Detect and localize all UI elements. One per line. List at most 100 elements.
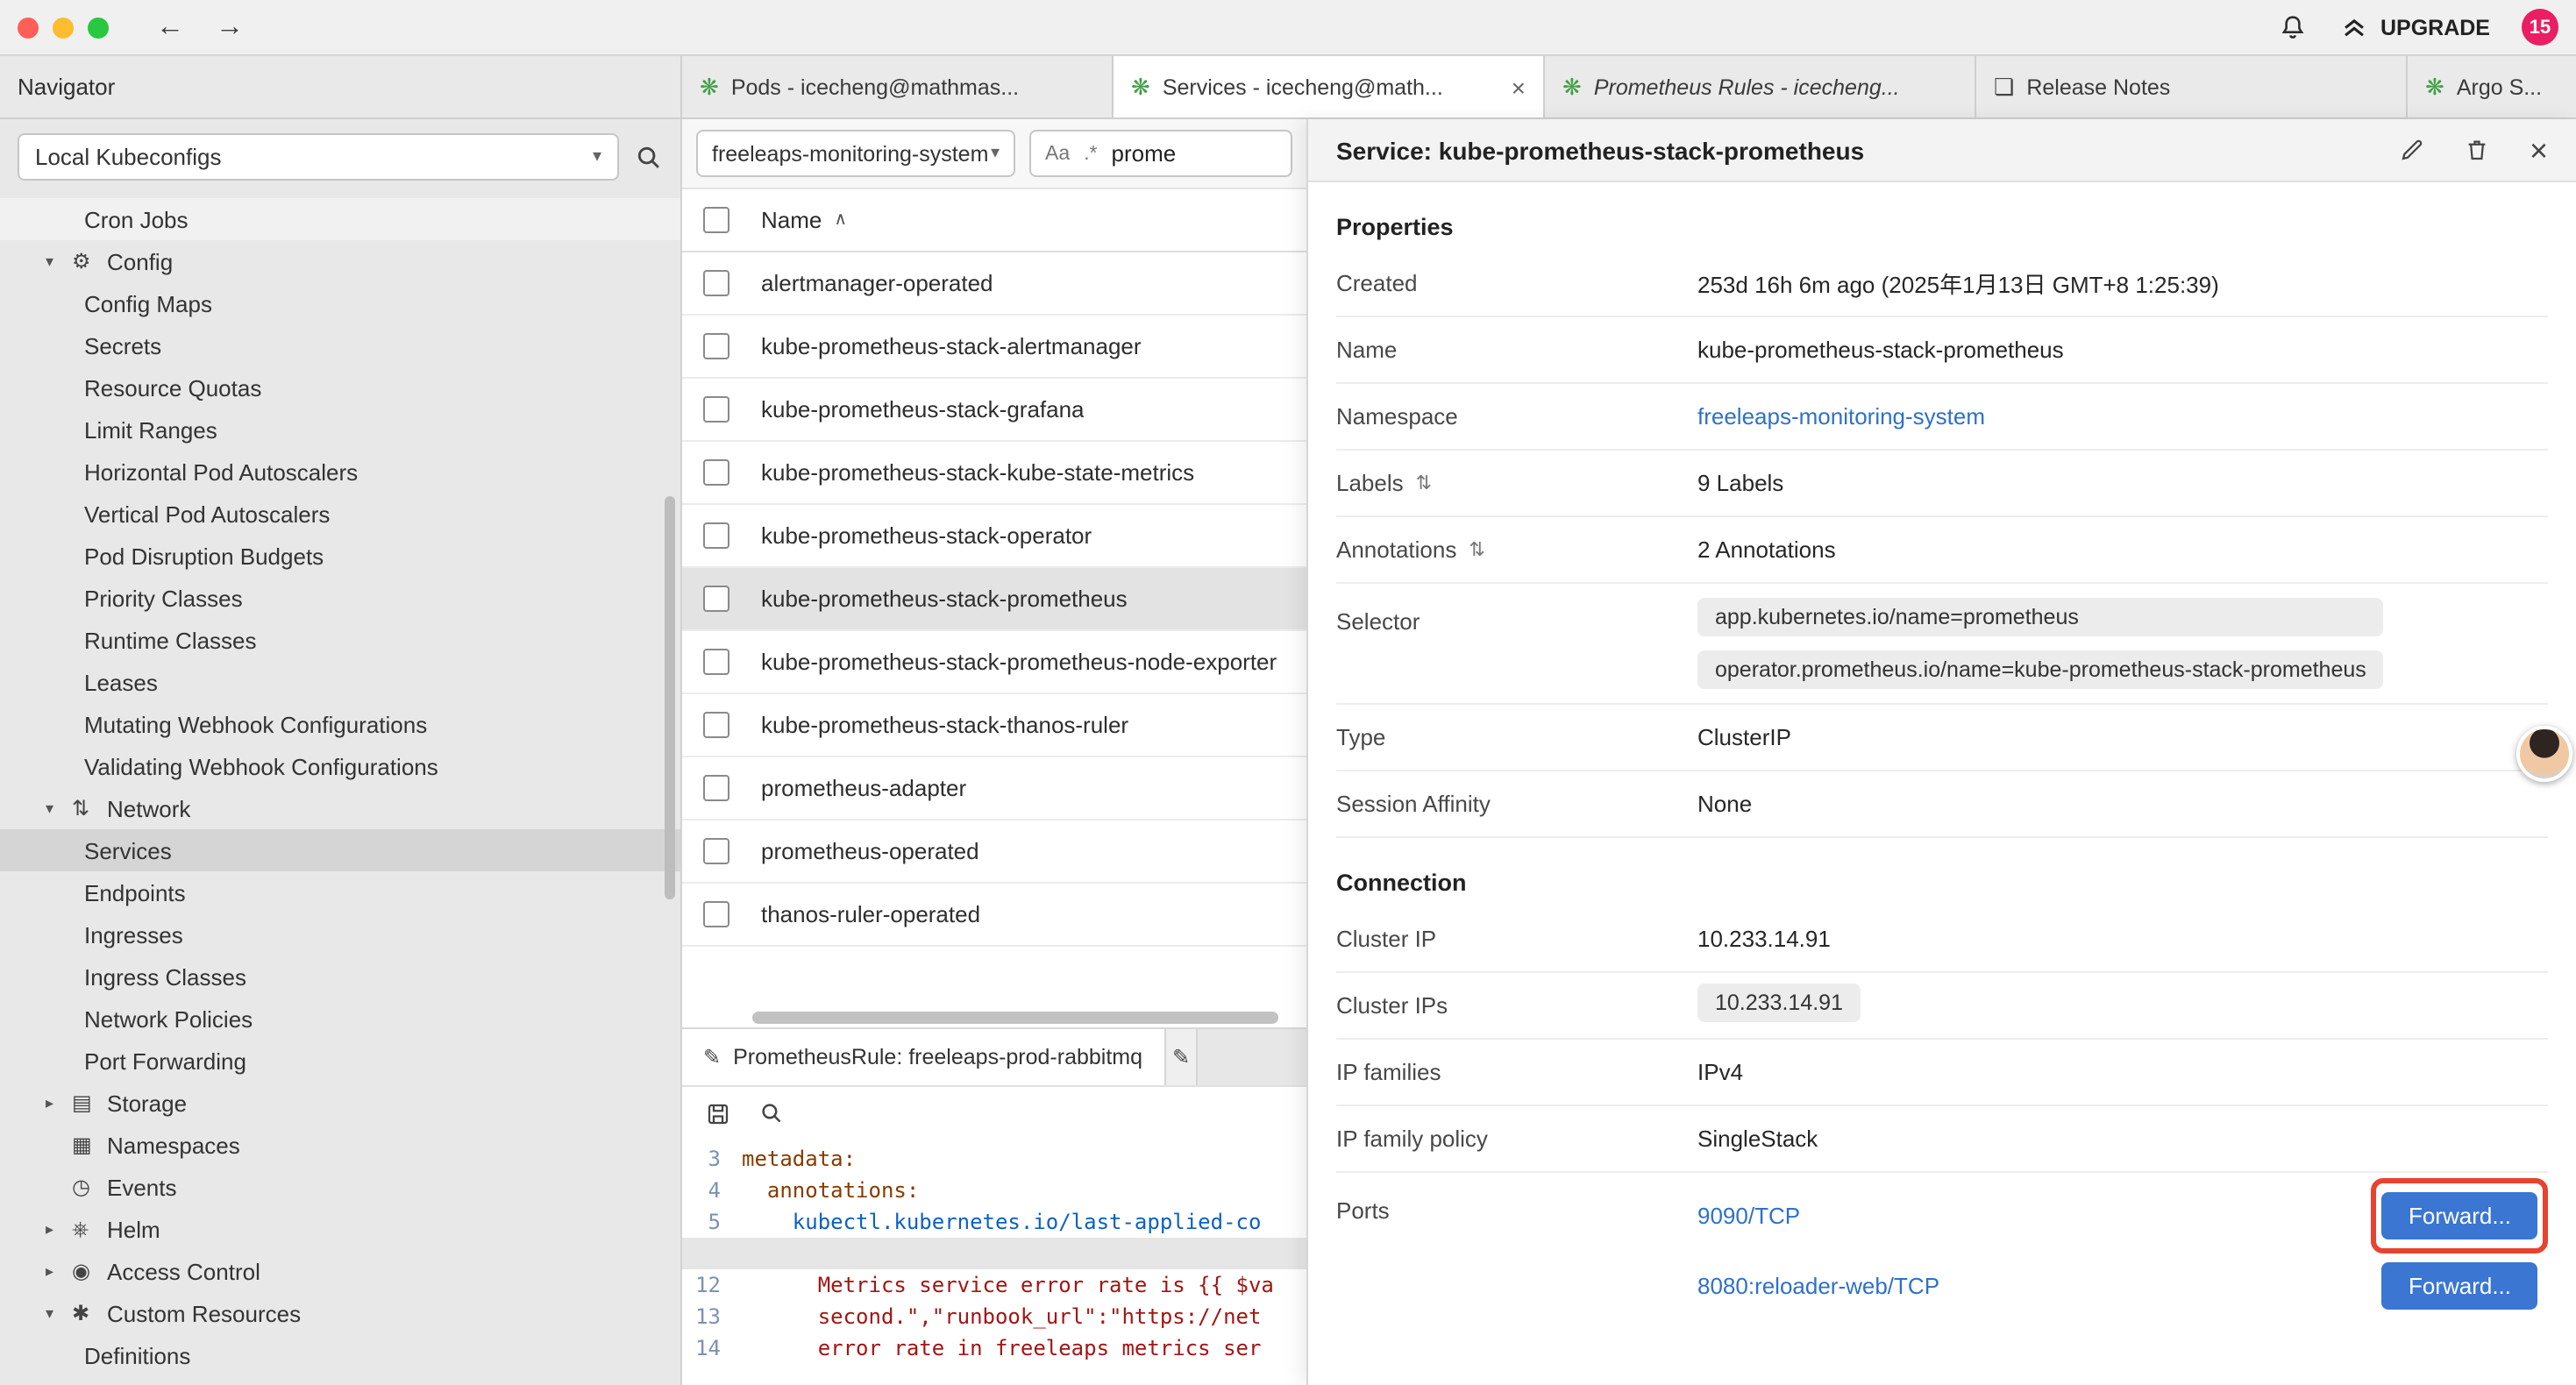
editor-search-icon[interactable] [759, 1101, 784, 1126]
expander-chevron-icon[interactable]: ▾ [46, 799, 72, 818]
forward-nav-button[interactable]: → [216, 11, 244, 43]
sidebar-item[interactable]: Network Policies [0, 998, 680, 1040]
delete-icon[interactable] [2465, 137, 2491, 163]
labels-count[interactable]: 9 Labels [1697, 470, 1783, 496]
table-row[interactable]: kube-prometheus-stack-alertmanager [682, 316, 1306, 379]
sidebar-item[interactable]: Priority Classes [0, 577, 680, 619]
expander-chevron-icon[interactable]: ▸ [46, 1261, 72, 1281]
sidebar-item[interactable]: Resource Quotas [0, 366, 680, 408]
row-checkbox[interactable] [703, 712, 729, 738]
editor-tab[interactable]: ❋ Services - icecheng@math... × [1114, 56, 1545, 117]
table-row[interactable]: kube-prometheus-stack-kube-state-metrics [682, 442, 1306, 505]
search-input[interactable]: prome [1112, 140, 1177, 167]
row-checkbox[interactable] [703, 459, 729, 486]
kubeconfig-selector[interactable]: Local Kubeconfigs ▾ [18, 133, 619, 181]
sidebar-item[interactable]: Cron Jobs [0, 198, 680, 240]
row-checkbox[interactable] [703, 775, 729, 801]
sidebar-item[interactable]: ▸ ⎈ Helm [0, 1208, 680, 1250]
expander-chevron-icon[interactable]: ▾ [46, 252, 72, 271]
sidebar-item[interactable]: Endpoints [0, 871, 680, 913]
match-case-toggle[interactable]: Aa [1045, 143, 1070, 164]
sidebar-item[interactable]: Port Forwarding [0, 1040, 680, 1082]
sidebar-item[interactable]: ▸ ◉ Access Control [0, 1250, 680, 1292]
edit-icon[interactable] [2400, 137, 2426, 163]
sidebar-item[interactable]: Pod Disruption Budgets [0, 535, 680, 577]
sidebar-item[interactable]: Ingress Classes [0, 955, 680, 998]
upgrade-button[interactable]: UPGRADE [2340, 12, 2490, 42]
back-button[interactable]: ← [156, 11, 184, 43]
table-row[interactable]: thanos-ruler-operated [682, 884, 1306, 947]
select-all-checkbox[interactable] [703, 207, 729, 233]
dock-tab-next[interactable]: ✎ [1165, 1029, 1197, 1085]
sidebar-item[interactable]: Config Maps [0, 282, 680, 324]
sidebar-item[interactable]: Definitions [0, 1334, 680, 1376]
expander-chevron-icon[interactable]: ▸ [46, 1093, 72, 1112]
row-checkbox[interactable] [703, 838, 729, 864]
table-row[interactable]: kube-prometheus-stack-prometheus-node-ex… [682, 631, 1306, 694]
forward-button[interactable]: Forward... [2382, 1261, 2537, 1309]
sidebar-item[interactable]: ▾ ⇅ Network [0, 787, 680, 829]
sidebar-item[interactable]: Secrets [0, 324, 680, 366]
expand-collapse-icon[interactable]: ⇅ [1469, 538, 1484, 561]
table-row[interactable]: alertmanager-operated [682, 252, 1306, 316]
save-icon[interactable] [705, 1100, 731, 1126]
tab-close-icon[interactable]: × [1498, 73, 1526, 101]
sidebar-item[interactable]: Vertical Pod Autoscalers [0, 493, 680, 535]
sort-ascending-icon[interactable]: ∧ [834, 210, 847, 230]
sidebar-item[interactable]: ▾ ✱ Custom Resources [0, 1292, 680, 1334]
sidebar-item[interactable]: ▦ Namespaces [0, 1124, 680, 1166]
editor-tab[interactable]: ❏ Release Notes [1976, 56, 2408, 117]
sidebar-item[interactable]: Services [0, 829, 680, 871]
row-checkbox[interactable] [703, 586, 729, 612]
table-row[interactable]: prometheus-adapter [682, 757, 1306, 820]
row-checkbox[interactable] [703, 270, 729, 296]
port-link[interactable]: 8080:reloader-web/TCP [1697, 1272, 1939, 1298]
editor-tab[interactable]: ❋ Pods - icecheng@mathmas... [682, 56, 1114, 117]
row-checkbox[interactable] [703, 522, 729, 549]
annotations-count[interactable]: 2 Annotations [1697, 536, 1836, 563]
port-link[interactable]: 9090/TCP [1697, 1202, 1800, 1228]
editor-tab[interactable]: ❋ Prometheus Rules - icecheng... [1545, 56, 1976, 117]
horizontal-scrollbar[interactable] [682, 1010, 1306, 1027]
forward-button[interactable]: Forward... [2382, 1191, 2537, 1239]
name-column-header[interactable]: Name [761, 207, 822, 233]
sidebar-item[interactable]: ◷ Events [0, 1166, 680, 1208]
table-row[interactable]: prometheus-operated [682, 820, 1306, 884]
minimize-window-button[interactable] [53, 17, 74, 38]
yaml-editor[interactable]: 3 metadata: 4 annotations: 5 kubectl.kub… [682, 1140, 1306, 1385]
namespace-link[interactable]: freeleaps-monitoring-system [1697, 403, 1985, 430]
sidebar-scrollbar[interactable] [665, 496, 675, 899]
table-row[interactable]: kube-prometheus-stack-grafana [682, 379, 1306, 442]
zoom-window-button[interactable] [88, 17, 109, 38]
sidebar-item[interactable]: Mutating Webhook Configurations [0, 703, 680, 745]
table-row[interactable]: kube-prometheus-stack-thanos-ruler [682, 694, 1306, 757]
sidebar-item[interactable]: Limit Ranges [0, 408, 680, 451]
row-checkbox[interactable] [703, 649, 729, 675]
row-checkbox[interactable] [703, 901, 729, 927]
sidebar-item[interactable]: Validating Webhook Configurations [0, 745, 680, 787]
expander-chevron-icon[interactable]: ▾ [46, 1303, 72, 1323]
close-icon[interactable]: × [2530, 134, 2548, 166]
expand-collapse-icon[interactable]: ⇅ [1416, 472, 1432, 494]
row-checkbox[interactable] [703, 333, 729, 359]
table-row[interactable]: kube-prometheus-stack-operator [682, 505, 1306, 568]
sidebar-search-icon[interactable] [635, 143, 663, 171]
namespace-filter-select[interactable]: freeleaps-monitoring-system ▾ [696, 130, 1015, 177]
regex-toggle[interactable]: .* [1084, 143, 1097, 164]
sidebar-item[interactable]: Horizontal Pod Autoscalers [0, 451, 680, 493]
sidebar-item[interactable]: ▸ ▤ Storage [0, 1082, 680, 1124]
scrollbar-thumb[interactable] [752, 1012, 1278, 1024]
sidebar-item[interactable]: ▾ ⚙ Config [0, 240, 680, 282]
editor-tab[interactable]: ❋ Argo S... [2408, 56, 2576, 117]
dock-tab-active[interactable]: ✎ PrometheusRule: freeleaps-prod-rabbitm… [682, 1029, 1165, 1085]
user-avatar[interactable] [2516, 726, 2572, 782]
table-search-box[interactable]: Aa .* prome [1029, 130, 1292, 177]
sidebar-item[interactable]: Leases [0, 661, 680, 703]
sidebar-item[interactable]: Ingresses [0, 913, 680, 955]
table-row[interactable]: kube-prometheus-stack-prometheus [682, 568, 1306, 631]
notifications-bell-icon[interactable] [2279, 12, 2309, 42]
row-checkbox[interactable] [703, 396, 729, 423]
sidebar-item[interactable]: Runtime Classes [0, 619, 680, 661]
expander-chevron-icon[interactable]: ▸ [46, 1219, 72, 1239]
notification-count-badge[interactable]: 15 [2522, 9, 2558, 46]
